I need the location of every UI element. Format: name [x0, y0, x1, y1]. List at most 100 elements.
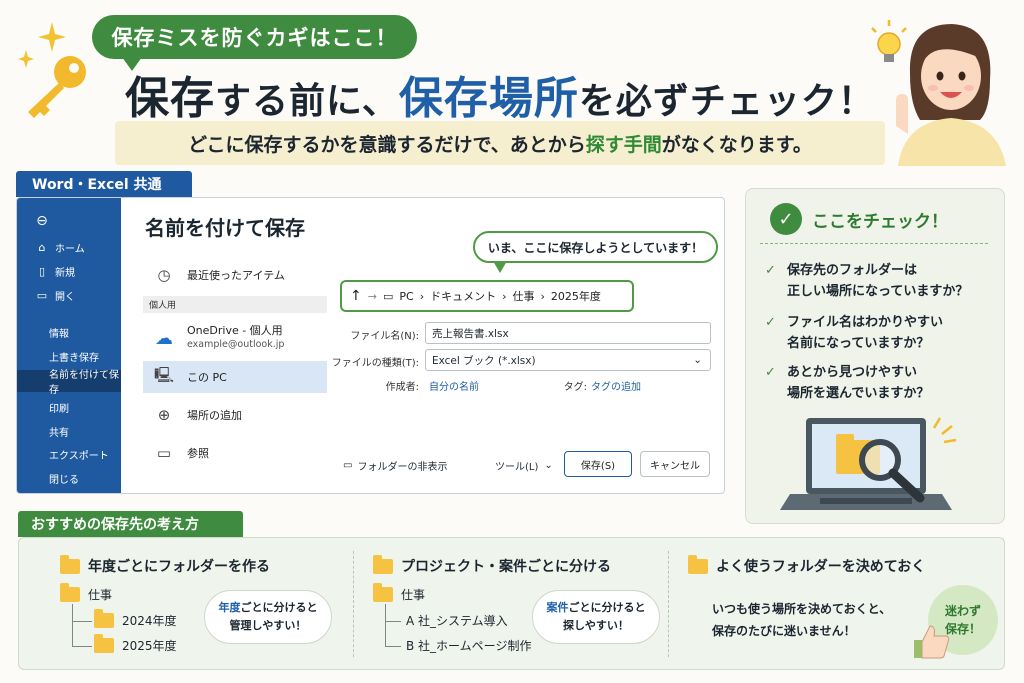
check-icon: ✓ — [765, 365, 776, 380]
recommend-col1-title: 年度ごとにフォルダーを作る — [60, 554, 270, 576]
key-icon — [28, 56, 86, 118]
folder-icon: ▭ — [382, 289, 394, 303]
divider — [353, 551, 354, 657]
chevron-right-icon: › — [419, 289, 425, 303]
filetype-select[interactable]: Excel ブック (*.xlsx) ⌄ — [425, 349, 711, 371]
tags-label: タグ: — [563, 382, 587, 393]
tree-child: B 社_ホームページ制作 — [406, 639, 532, 653]
folder-icon: ▭ — [156, 444, 172, 462]
check-icon: ✓ — [765, 315, 776, 330]
divider — [760, 243, 988, 244]
divider — [668, 551, 669, 657]
save-button[interactable]: 保存(S) — [564, 451, 632, 477]
sidebar-item-share[interactable]: 共有 — [17, 420, 121, 442]
globe-icon: ⊕ — [157, 406, 171, 424]
sidebar-item-save-as[interactable]: 名前を付けて保存 — [17, 370, 121, 396]
location-add-place[interactable]: ⊕ 場所の追加 — [143, 398, 327, 432]
location-recent[interactable]: ◷ 最近使ったアイテム — [143, 258, 327, 292]
tagline-pill: 保存ミスを防ぐカギはここ！ — [92, 15, 417, 71]
tree-line — [385, 621, 401, 622]
checklist-item: ✓ ファイル名はわかりやすい 名前になっていますか？ — [765, 312, 995, 354]
location-onedrive[interactable]: ☁ OneDrive - 個人用 example@outlook.jp — [143, 318, 327, 358]
chevron-right-icon: › — [540, 289, 545, 303]
sidebar-item-close[interactable]: 閉じる — [17, 467, 121, 489]
back-arrow-icon: ⊖ — [36, 213, 48, 229]
cloud-icon: ☁ — [155, 327, 173, 349]
app-tag: Word・Excel 共通 — [16, 171, 192, 197]
breadcrumb-item[interactable]: ドキュメント — [430, 288, 496, 304]
sidebar-item-print[interactable]: 印刷 — [17, 396, 121, 418]
tree-child: A 社_システム導入 — [406, 614, 508, 628]
sidebar-item-info[interactable]: 情報 — [17, 321, 121, 343]
tree-root: 仕事 — [373, 583, 425, 603]
breadcrumb[interactable]: ↑ → ▭ PC › ドキュメント › 仕事 › 2025年度 — [340, 280, 634, 312]
filename-label: ファイル名(N): — [350, 331, 419, 342]
chevron-right-icon: › — [502, 289, 507, 303]
new-file-icon: ▯ — [38, 264, 46, 278]
cancel-button[interactable]: キャンセル — [640, 451, 710, 477]
breadcrumb-item[interactable]: 仕事 — [513, 288, 535, 304]
computer-icon: 🖳 — [153, 365, 174, 384]
laptop-magnifier-illustration — [780, 417, 957, 510]
sidebar-item-new[interactable]: ▯ 新規 — [17, 260, 121, 282]
tip-cloud: 年度ごとに分けると 管理しやすい！ — [204, 590, 332, 644]
folder-icon — [94, 634, 114, 653]
woman-avatar — [896, 24, 1006, 166]
chevron-down-icon: ⌄ — [693, 354, 702, 366]
author-label: 作成者: — [385, 382, 419, 393]
tree-line — [385, 604, 386, 646]
tip-cloud: 案件ごとに分けると 探しやすい！ — [532, 590, 660, 644]
folder-icon — [60, 583, 80, 602]
filename-input[interactable]: 売上報告書.xlsx — [425, 322, 711, 344]
folder-open-icon: ▭ — [36, 288, 48, 302]
tree-line — [385, 646, 401, 647]
subtitle-bar: どこに保存するかを意識するだけで、あとから 探す手間 がなくなります。 — [115, 121, 885, 165]
sidebar-item-open[interactable]: ▭ 開く — [17, 284, 121, 306]
tools-dropdown[interactable]: ツール(L) ⌄ — [495, 458, 553, 473]
tree-line — [72, 604, 73, 646]
chevron-down-icon: ⌄ — [544, 460, 553, 471]
tree-child: 2024年度 — [94, 609, 177, 629]
author-link[interactable]: 自分の名前 — [429, 378, 479, 393]
check-icon: ✓ — [765, 263, 776, 278]
section-personal: 個人用 — [143, 296, 327, 313]
breadcrumb-item[interactable]: PC — [399, 290, 413, 303]
tree-root: 仕事 — [60, 583, 112, 603]
backstage-sidebar: ⊖ ⌂ ホーム ▯ 新規 ▭ 開く 情報 上書き保存 名前を付けて保存 印刷 共有 エ… — [17, 198, 121, 493]
thumbs-up-icon — [914, 625, 950, 659]
home-icon: ⌂ — [38, 240, 46, 254]
folder-icon: ▭ — [343, 460, 353, 471]
tree-line — [72, 621, 92, 622]
sidebar-item-home[interactable]: ⌂ ホーム — [17, 236, 121, 258]
location-browse[interactable]: ▭ 参照 — [143, 436, 327, 470]
recommend-tag: おすすめの保存先の考え方 — [18, 511, 243, 537]
sidebar-item-export[interactable]: エクスポート — [17, 443, 121, 465]
checklist-item: ✓ あとから見つけやすい 場所を選んでいますか？ — [765, 362, 995, 404]
up-arrow-icon[interactable]: ↑ — [350, 288, 362, 304]
clock-icon: ◷ — [157, 266, 171, 284]
checklist-item: ✓ 保存先のフォルダーは 正しい場所になっていますか？ — [765, 260, 995, 302]
folder-icon — [373, 554, 393, 574]
tree-line — [72, 646, 92, 647]
recommend-col2-title: プロジェクト・案件ごとに分ける — [373, 554, 611, 576]
save-as-dialog: ⊖ ⌂ ホーム ▯ 新規 ▭ 開く 情報 上書き保存 名前を付けて保存 印刷 共有 エ… — [16, 197, 725, 494]
recommend-col3-title: よく使うフォルダーを決めておく — [688, 554, 925, 576]
check-circle-icon: ✓ — [770, 203, 802, 235]
hide-folders-button[interactable]: ▭ フォルダーの非表示 — [343, 458, 447, 473]
folder-icon — [94, 609, 114, 628]
checklist-title: ✓ ここをチェック！ — [770, 203, 948, 235]
back-button[interactable]: ⊖ — [17, 210, 121, 232]
tags-link[interactable]: タグの追加 — [591, 378, 641, 393]
tree-child: 2025年度 — [94, 634, 177, 654]
breadcrumb-item[interactable]: 2025年度 — [551, 288, 601, 304]
folder-icon — [688, 554, 708, 574]
recommend-col3-text: いつも使う場所を決めておくと、 保存のたびに迷いません！ — [712, 602, 892, 638]
page-title: 保存する前に、保存場所を必ずチェック！ — [125, 73, 875, 124]
sidebar-item-save[interactable]: 上書き保存 — [17, 345, 121, 367]
dialog-title: 名前を付けて保存 — [145, 216, 305, 240]
forward-arrow-icon: → — [367, 289, 377, 303]
filetype-label: ファイルの種類(T): — [331, 358, 419, 369]
folder-icon — [60, 554, 80, 574]
location-this-pc[interactable]: 🖳 この PC — [143, 361, 327, 393]
folder-icon — [373, 583, 393, 602]
